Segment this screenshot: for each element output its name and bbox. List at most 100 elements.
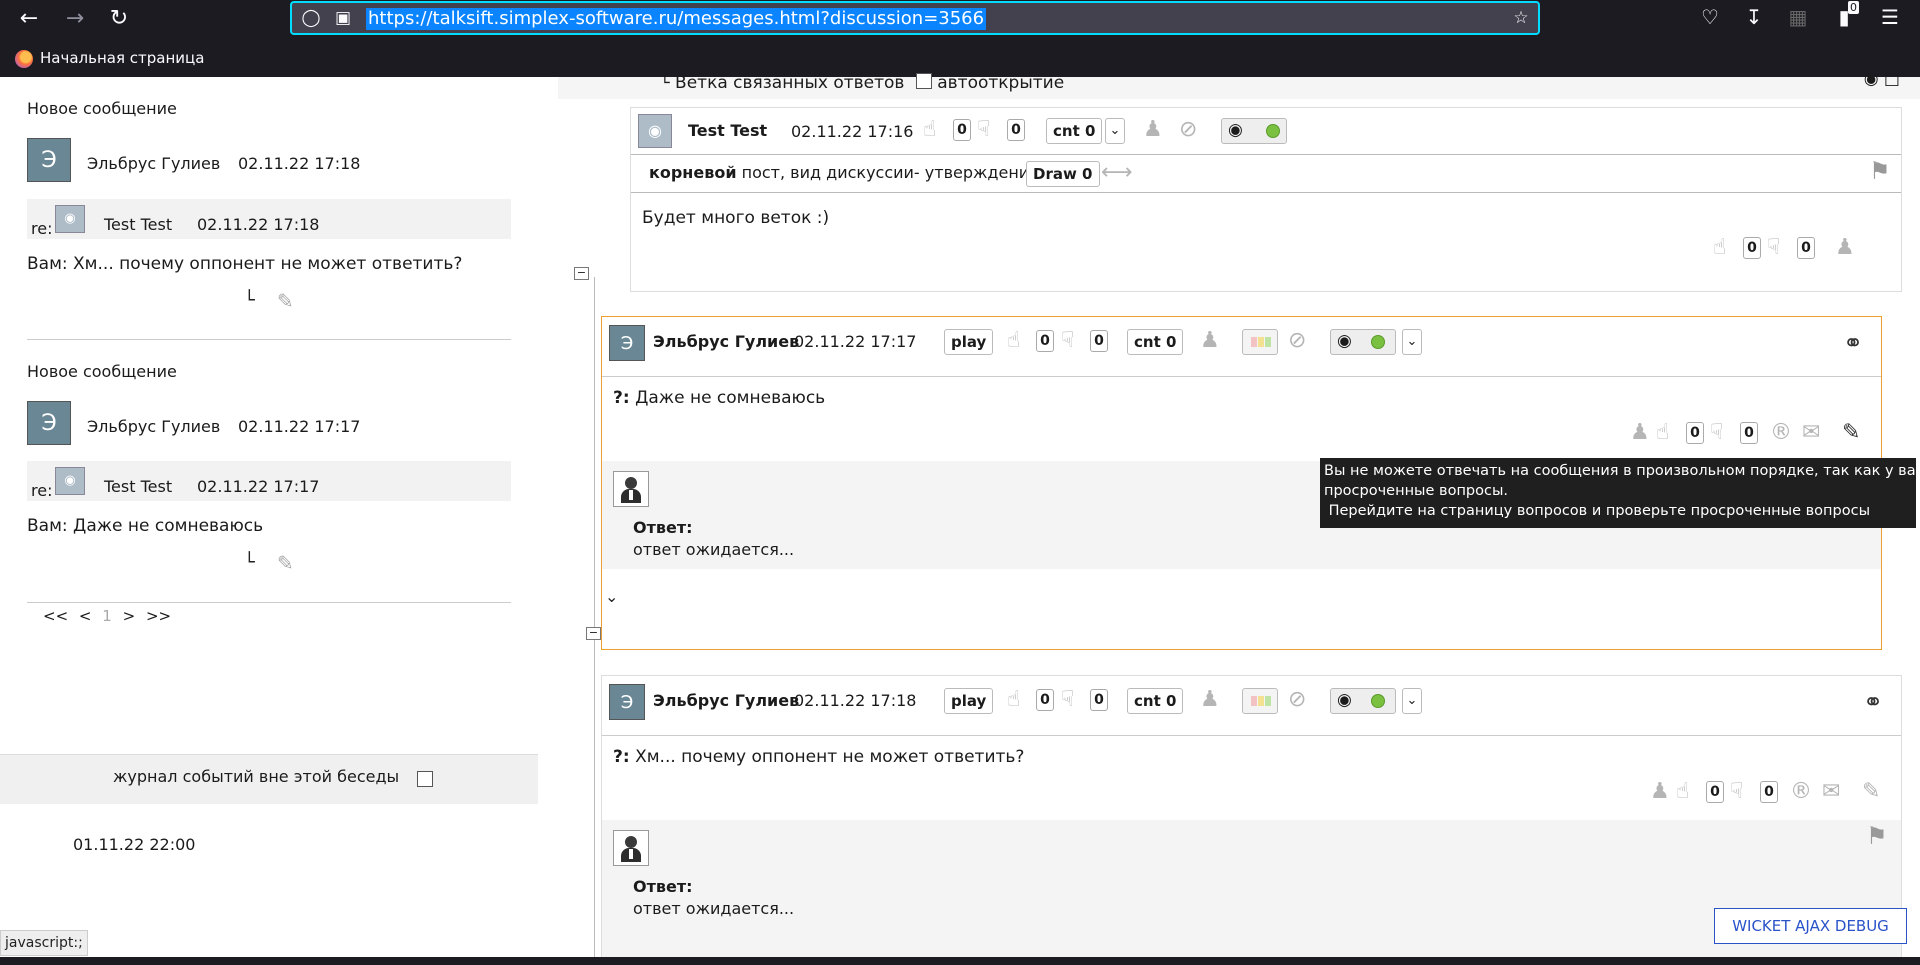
- pager-first[interactable]: <<: [43, 607, 68, 625]
- forward-arrow-icon[interactable]: →: [60, 4, 90, 34]
- browser-toolbar: ← → ↻ ◯ ▣ https://talksift.simplex-softw…: [0, 0, 1920, 77]
- thumbs-up-icon[interactable]: ☝: [1656, 420, 1669, 446]
- url-bar[interactable]: ◯ ▣ https://talksift.simplex-software.ru…: [290, 1, 1540, 35]
- pager-next[interactable]: >: [123, 607, 136, 625]
- thumbs-down-icon[interactable]: ☟: [1061, 328, 1074, 354]
- chevron-down-icon[interactable]: ⌄: [1402, 688, 1422, 714]
- thumbs-up-icon[interactable]: ☝: [1007, 687, 1020, 713]
- re-date: 02.11.22 17:18: [197, 215, 320, 234]
- link-icon[interactable]: ⚭: [1843, 329, 1863, 357]
- edit-icon[interactable]: ✎: [1842, 420, 1860, 446]
- registered-icon[interactable]: ®: [1770, 420, 1792, 446]
- autoopen-checkbox[interactable]: [915, 73, 932, 89]
- cnt-button[interactable]: cnt 0: [1046, 118, 1103, 144]
- re-author[interactable]: Test Test: [104, 215, 172, 234]
- thumbs-down-icon[interactable]: ☟: [977, 117, 990, 143]
- extension-icon[interactable]: ▦: [1784, 3, 1812, 31]
- pocket-icon[interactable]: ♡: [1696, 3, 1724, 31]
- color-toggle[interactable]: [1242, 688, 1278, 714]
- registered-icon[interactable]: ®: [1790, 779, 1812, 805]
- thumbs-up-icon[interactable]: ☝: [1713, 235, 1726, 261]
- shield-icon[interactable]: ◯: [300, 7, 322, 29]
- play-button[interactable]: play: [944, 688, 994, 714]
- pager-prev[interactable]: <: [79, 607, 92, 625]
- tooltip: Вы не можете отвечать на сообщения в про…: [1320, 458, 1920, 528]
- notification-date: 02.11.22 17:17: [238, 417, 361, 436]
- cnt-button[interactable]: cnt 0: [1127, 688, 1184, 714]
- root-rest: пост, вид дискуссии- утверждение: [736, 163, 1040, 182]
- menu-icon[interactable]: ☰: [1876, 3, 1904, 31]
- dog-icon[interactable]: ♟: [1143, 117, 1163, 143]
- star-icon[interactable]: ☆: [1510, 7, 1532, 29]
- thumbs-up-icon[interactable]: ☝: [923, 117, 936, 143]
- wicket-ajax-debug-button[interactable]: WICKET AJAX DEBUG: [1714, 908, 1907, 944]
- red-bar: [1251, 337, 1257, 347]
- collapse-icon[interactable]: −: [574, 267, 589, 280]
- megaphone-icon[interactable]: ✉: [1802, 420, 1820, 446]
- dog-icon[interactable]: ♟: [1200, 328, 1220, 354]
- link-icon[interactable]: ⚭: [1863, 688, 1883, 716]
- chevron-down-icon[interactable]: ⌄: [605, 587, 618, 606]
- bookmark-home[interactable]: Начальная страница: [40, 49, 204, 67]
- tree-icon[interactable]: └: [244, 290, 262, 312]
- chevron-down-icon[interactable]: ⌄: [1402, 329, 1422, 355]
- back-arrow-icon[interactable]: ←: [14, 4, 44, 34]
- visibility-toggle[interactable]: ◉: [1221, 118, 1287, 144]
- thumbs-down-icon[interactable]: ☟: [1061, 687, 1074, 713]
- likes-count: 0: [1706, 781, 1724, 803]
- re-date: 02.11.22 17:17: [197, 477, 320, 496]
- dog-icon[interactable]: ♟: [1630, 420, 1650, 446]
- visibility-toggle[interactable]: ◉: [1330, 688, 1396, 714]
- lock-icon[interactable]: ▣: [332, 7, 354, 29]
- yellow-bar: [1258, 337, 1264, 347]
- notification-author[interactable]: Эльбрус Гулиев: [87, 154, 220, 173]
- share-icon[interactable]: ⟷: [1101, 160, 1133, 186]
- message-post: Э Эльбрус Гулиев 02.11.22 17:18 play ☝ 0…: [601, 675, 1902, 965]
- visibility-toggle[interactable]: ◉: [1330, 329, 1396, 355]
- megaphone-icon[interactable]: ✉: [1822, 779, 1840, 805]
- answer-zone: ⚑ Ответ: ответ ожидается...: [602, 820, 1901, 965]
- download-icon[interactable]: ↧: [1740, 3, 1768, 31]
- thumbs-up-icon[interactable]: ☝: [1007, 328, 1020, 354]
- divider: [27, 339, 511, 340]
- flag-icon[interactable]: ⚑: [1869, 157, 1891, 185]
- reload-icon[interactable]: ↻: [104, 4, 134, 34]
- thumbs-down-icon[interactable]: ☟: [1767, 235, 1780, 261]
- dog-icon[interactable]: ♟: [1200, 687, 1220, 713]
- thumbs-up-icon[interactable]: ☝: [1676, 779, 1689, 805]
- eye-slash-icon[interactable]: ⊘: [1179, 117, 1197, 143]
- eye-icon[interactable]: ◉ □: [1864, 69, 1900, 89]
- chevron-down-icon[interactable]: ⌄: [1105, 118, 1125, 144]
- notification-date: 02.11.22 17:18: [238, 154, 361, 173]
- likes-count: 0: [1686, 422, 1704, 444]
- eye-slash-icon[interactable]: ⊘: [1288, 687, 1306, 713]
- play-button[interactable]: play: [944, 329, 994, 355]
- flag-icon[interactable]: ⚑: [1866, 822, 1888, 850]
- tree-icon[interactable]: └: [244, 552, 262, 574]
- edit-icon[interactable]: ✎: [1862, 779, 1880, 805]
- post-author[interactable]: Test Test: [688, 121, 767, 140]
- dog-icon[interactable]: ♟: [1650, 779, 1670, 805]
- thumbs-down-icon[interactable]: ☟: [1730, 779, 1743, 805]
- journal-checkbox[interactable]: [417, 771, 433, 787]
- edit-icon[interactable]: ✎: [277, 289, 299, 313]
- thumbs-down-icon[interactable]: ☟: [1710, 420, 1723, 446]
- cnt-button[interactable]: cnt 0: [1127, 329, 1184, 355]
- post-author[interactable]: Эльбрус Гулиев: [653, 691, 799, 710]
- post-body: Хм... почему оппонент не может ответить?: [629, 747, 1025, 767]
- notification-author[interactable]: Эльбрус Гулиев: [87, 417, 220, 436]
- color-toggle[interactable]: [1242, 329, 1278, 355]
- pager-last[interactable]: >>: [146, 607, 171, 625]
- collapse-icon[interactable]: −: [586, 627, 601, 640]
- notification-text[interactable]: Вам: Хм... почему оппонент не может отве…: [27, 254, 462, 274]
- reply-ref-row: re: ◉ Test Test 02.11.22 17:18: [27, 199, 511, 239]
- url-text[interactable]: https://talksift.simplex-software.ru/mes…: [366, 8, 987, 30]
- eye-slash-icon[interactable]: ⊘: [1288, 328, 1306, 354]
- notification-text[interactable]: Вам: Даже не сомневаюсь: [27, 516, 263, 536]
- edit-icon[interactable]: ✎: [277, 551, 299, 575]
- re-author[interactable]: Test Test: [104, 477, 172, 496]
- draw-button[interactable]: Draw 0: [1026, 161, 1100, 187]
- post-text: ?: Хм... почему оппонент не может ответи…: [613, 747, 1024, 767]
- post-author[interactable]: Эльбрус Гулиев: [653, 332, 799, 351]
- dog-icon[interactable]: ♟: [1835, 235, 1855, 261]
